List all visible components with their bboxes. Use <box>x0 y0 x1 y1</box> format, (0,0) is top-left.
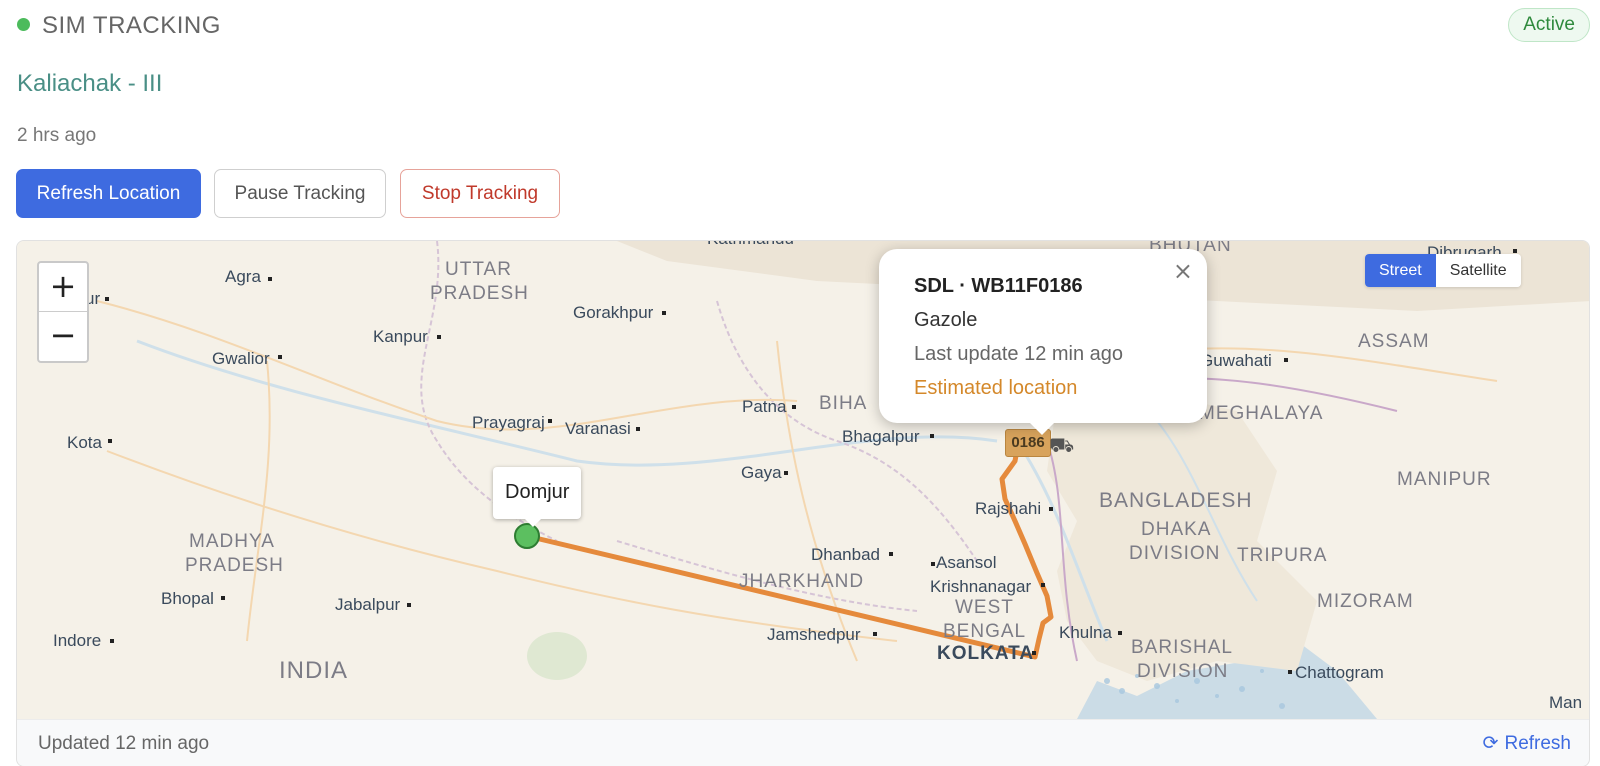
street-layer-button[interactable]: Street <box>1365 254 1436 287</box>
map-card: Agra ur UTTAR PRADESH Kathmandu BHUTAN D… <box>16 240 1590 766</box>
status-dot-icon <box>17 18 30 31</box>
region-label: BENGAL <box>943 621 1027 642</box>
footer-refresh-label: Refresh <box>1504 733 1571 754</box>
city-label: Kanpur <box>373 327 428 346</box>
popup-title: SDL · WB11F0186 <box>914 275 1083 297</box>
header: SIM TRACKING Active <box>0 0 1600 56</box>
city-label: Agra <box>225 267 261 286</box>
truck-icon: ⛟ <box>1049 433 1075 457</box>
region-label: MEGHALAYA <box>1199 403 1324 424</box>
city-label: Asansol <box>936 553 997 572</box>
vehicle-popup: × SDL · WB11F0186 Gazole Last update 12 … <box>879 249 1207 435</box>
city-label: Patna <box>742 397 787 416</box>
city-label: Chattogram <box>1295 663 1384 682</box>
region-label: PRADESH <box>185 555 284 576</box>
region-label: BANGLADESH <box>1099 489 1253 512</box>
city-label: Jabalpur <box>335 595 401 614</box>
map-footer: Updated 12 min ago ⟳ Refresh <box>17 719 1589 766</box>
region-label: JHARKHAND <box>739 571 865 592</box>
close-icon[interactable]: × <box>1173 257 1193 285</box>
zoom-in-button[interactable]: + <box>39 263 87 312</box>
city-label: Rajshahi <box>975 499 1042 518</box>
city-label: Khulna <box>1059 623 1112 642</box>
zoom-out-button[interactable]: − <box>39 312 87 361</box>
popup-last-update: Last update 12 min ago <box>914 343 1124 365</box>
region-label: BIHA <box>819 393 868 414</box>
city-label: Dhanbad <box>811 545 881 564</box>
region-label: MADHYA <box>189 531 275 552</box>
page-title: SIM TRACKING <box>42 12 221 39</box>
region-label: TRIPURA <box>1237 545 1328 566</box>
sim-name: Kaliachak - III <box>17 70 163 97</box>
city-label: Kathmandu <box>707 241 794 249</box>
region-label: UTTAR <box>445 259 512 280</box>
city-label: KOLKATA <box>937 643 1035 664</box>
region-label: WEST <box>955 597 1014 618</box>
city-label: Varanasi <box>565 419 631 438</box>
country-label: INDIA <box>279 657 349 684</box>
status-badge: Active <box>1508 8 1590 42</box>
city-label: Bhagalpur <box>842 427 920 446</box>
city-label: Kota <box>67 433 102 452</box>
city-label: Man <box>1549 693 1583 712</box>
city-label: Jamshedpur <box>767 625 861 644</box>
city-label: Indore <box>53 631 102 650</box>
region-label: DIVISION <box>1137 661 1229 682</box>
popup-estimated-location: Estimated location <box>914 377 1078 399</box>
region-label: PRADESH <box>430 283 529 304</box>
stop-tracking-button[interactable]: Stop Tracking <box>400 169 560 218</box>
city-label: Guwahati <box>1200 351 1272 370</box>
region-label: MIZORAM <box>1317 591 1414 612</box>
city-label: Gwalior <box>212 349 270 368</box>
zoom-control: + − <box>37 261 89 363</box>
region-label: DIVISION <box>1129 543 1221 564</box>
map-canvas[interactable]: Agra ur UTTAR PRADESH Kathmandu BHUTAN D… <box>17 241 1589 719</box>
last-seen-text: 2 hrs ago <box>17 125 97 146</box>
refresh-icon: ⟳ <box>1482 732 1499 754</box>
updated-text: Updated 12 min ago <box>38 733 210 754</box>
footer-refresh-button[interactable]: ⟳ Refresh <box>1483 732 1571 755</box>
city-label: Bhopal <box>161 589 214 608</box>
region-label: ASSAM <box>1358 331 1430 352</box>
region-label: DHAKA <box>1141 519 1212 540</box>
city-label: Prayagraj <box>472 413 545 432</box>
refresh-location-button[interactable]: Refresh Location <box>16 169 201 218</box>
pause-tracking-button[interactable]: Pause Tracking <box>214 169 386 218</box>
map-layer-toggle: Street Satellite <box>1365 254 1521 287</box>
region-label: BARISHAL <box>1131 637 1233 658</box>
region-label: MANIPUR <box>1397 469 1492 490</box>
popup-place: Gazole <box>914 309 978 331</box>
satellite-layer-button[interactable]: Satellite <box>1435 254 1521 287</box>
city-label: Gaya <box>741 463 782 482</box>
city-label: Gorakhpur <box>573 303 654 322</box>
city-label: Krishnanagar <box>930 577 1032 596</box>
origin-tooltip: Domjur <box>493 467 582 527</box>
map-base-layer <box>17 241 1589 719</box>
